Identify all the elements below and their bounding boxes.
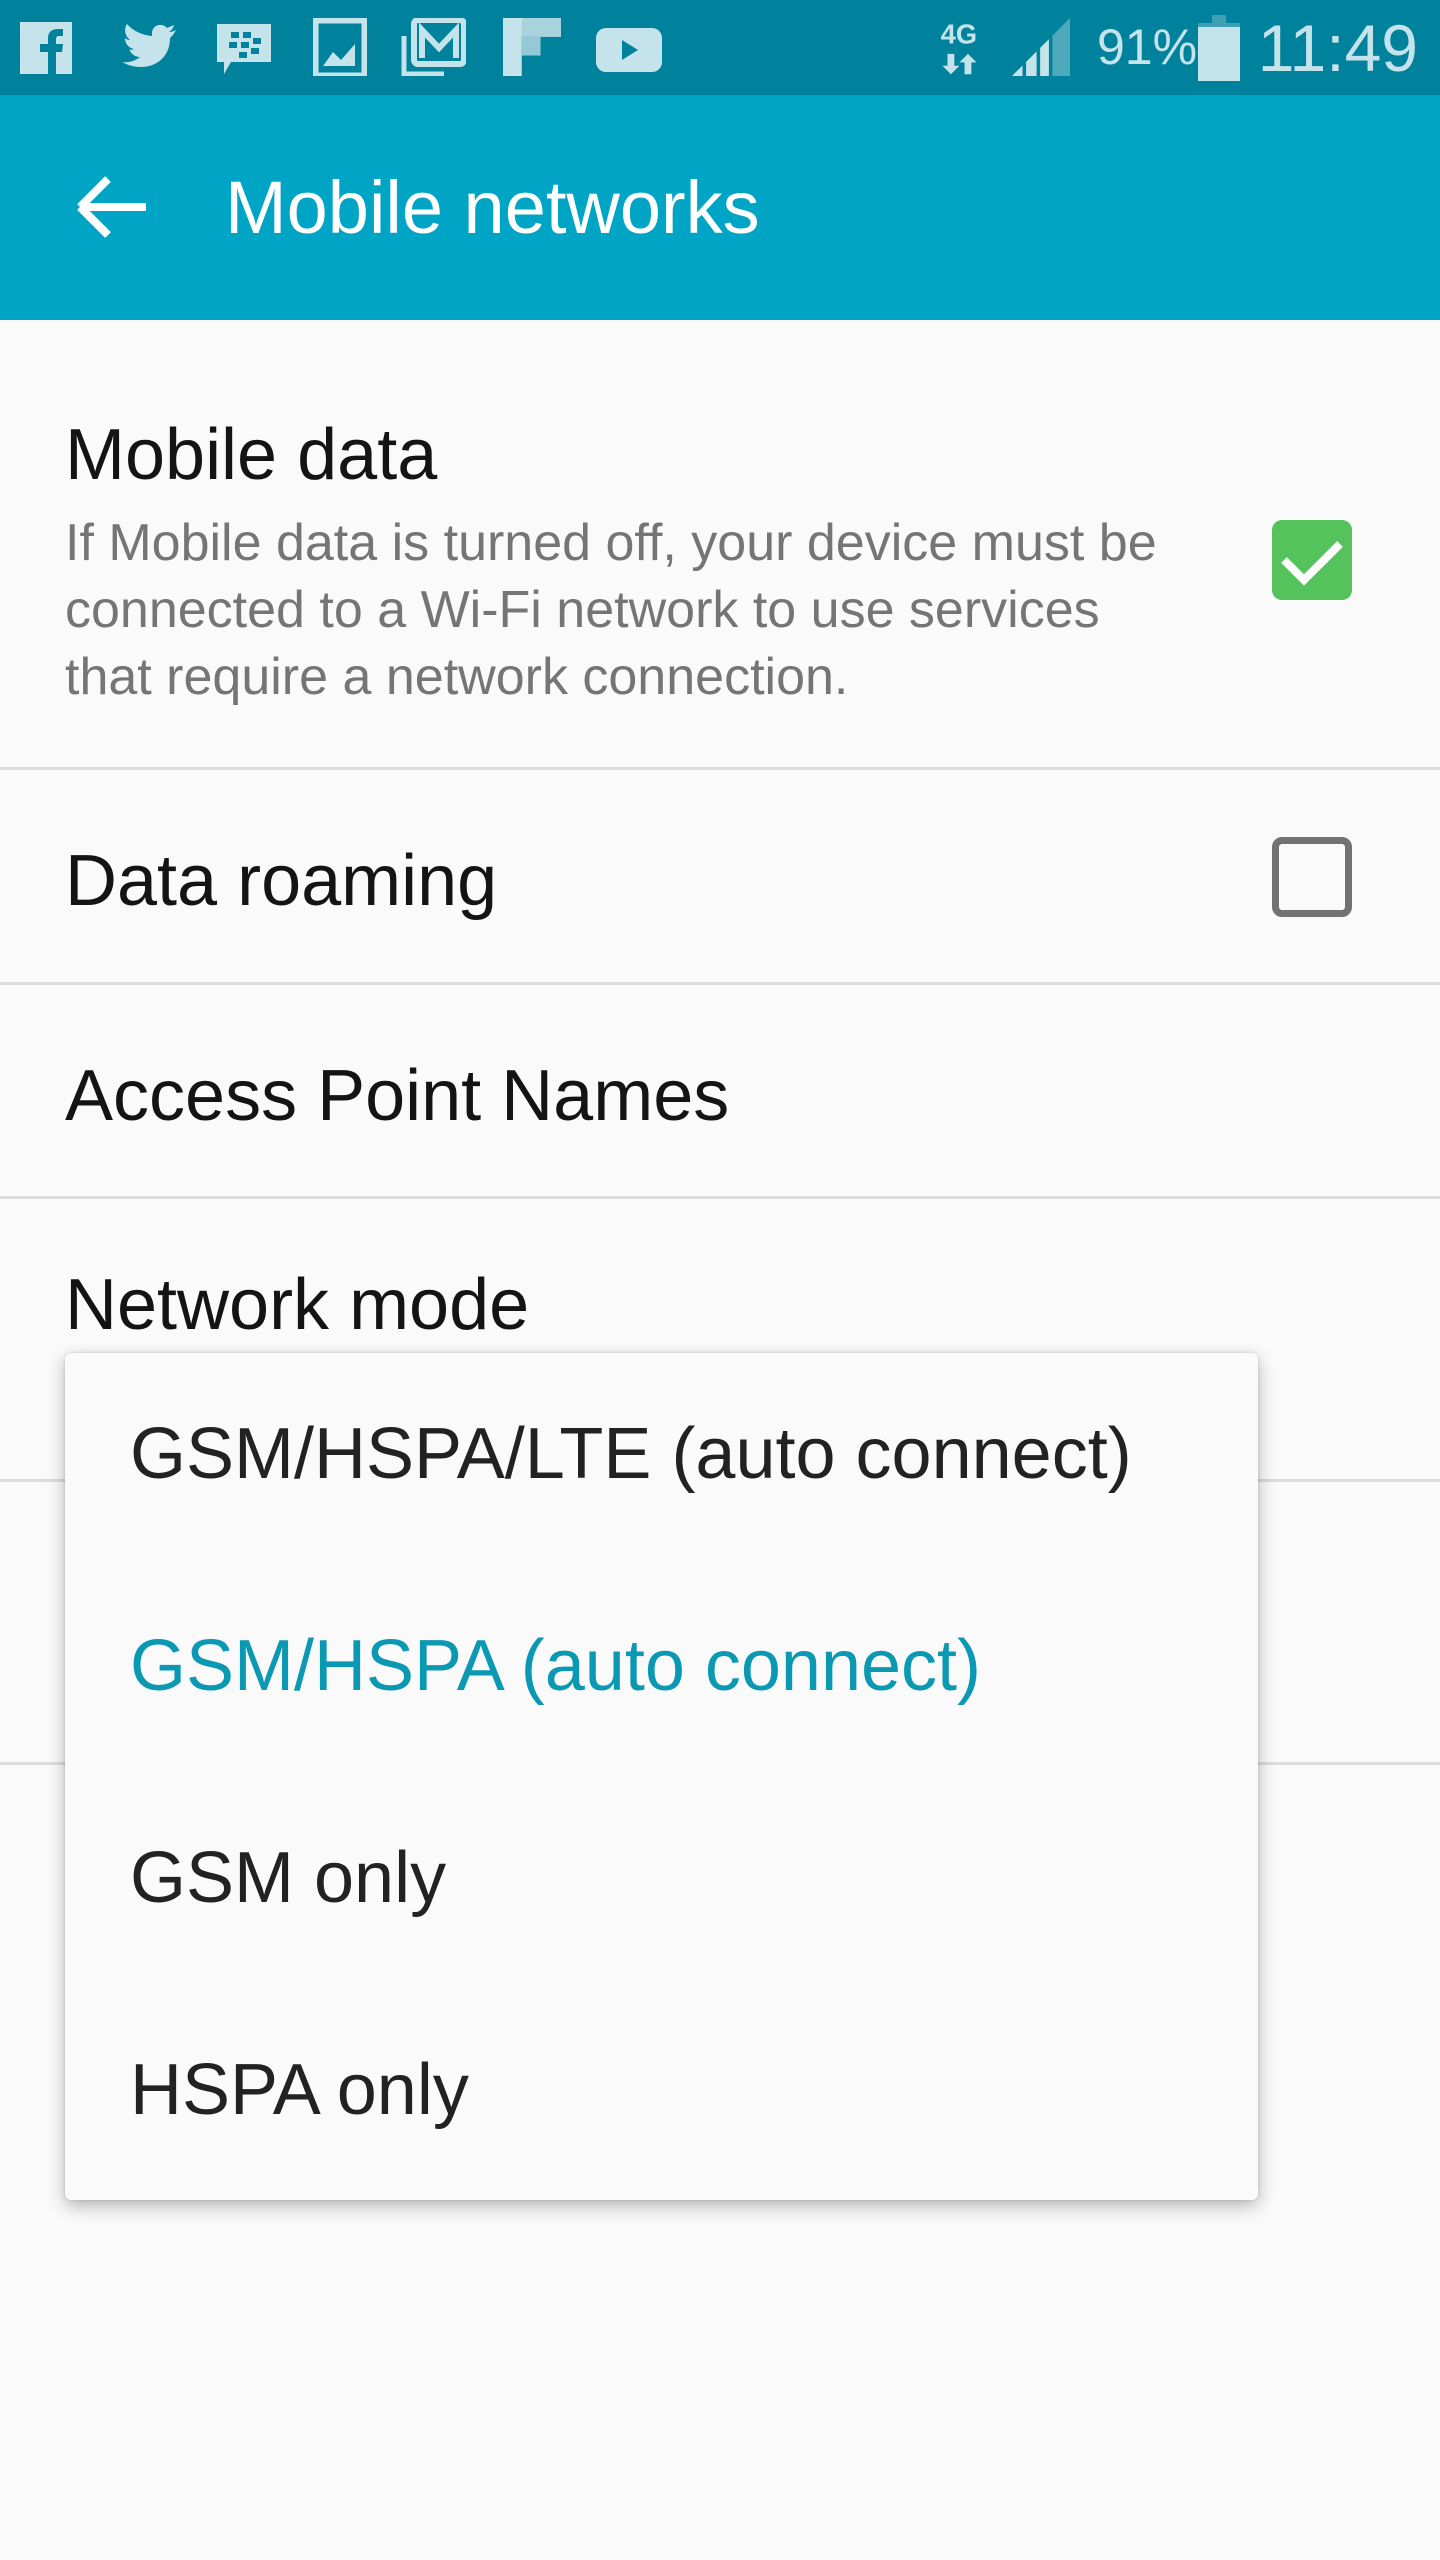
- bbm-icon: [217, 24, 271, 74]
- svg-text:4G: 4G: [941, 19, 977, 50]
- gallery-icon: [313, 18, 367, 76]
- app-bar: Mobile networks: [0, 95, 1440, 320]
- facebook-icon: [20, 22, 72, 74]
- checkmark-icon: [1281, 541, 1343, 586]
- network-mode-dropdown: GSM/HSPA/LTE (auto connect) GSM/HSPA (au…: [65, 1353, 1258, 2200]
- setting-title: Network mode: [65, 1265, 530, 1345]
- status-bar: 4G 91% 11:49: [0, 0, 1440, 95]
- battery-icon: [1198, 15, 1240, 81]
- setting-title: Data roaming: [65, 841, 498, 921]
- setting-access-point-names[interactable]: Access Point Names: [0, 985, 1440, 1199]
- data-roaming-checkbox[interactable]: [1272, 837, 1352, 917]
- mobile-data-checkbox[interactable]: [1272, 520, 1352, 600]
- flipboard-icon: [503, 18, 561, 76]
- email-icon: [401, 18, 466, 76]
- setting-summary: If Mobile data is turned off, your devic…: [65, 514, 1157, 706]
- option-gsm-hspa-selected[interactable]: GSM/HSPA (auto connect): [130, 1625, 981, 1707]
- option-hspa-only[interactable]: HSPA only: [130, 2049, 469, 2131]
- clock: 11:49: [1257, 11, 1418, 85]
- signal-icon: [1012, 18, 1070, 76]
- option-gsm-hspa-lte[interactable]: GSM/HSPA/LTE (auto connect): [130, 1413, 1132, 1495]
- option-gsm-only[interactable]: GSM only: [130, 1837, 446, 1919]
- setting-mobile-data[interactable]: Mobile data If Mobile data is turned off…: [0, 320, 1440, 770]
- twitter-icon: [122, 24, 176, 68]
- page-title: Mobile networks: [225, 166, 760, 249]
- youtube-icon: [596, 28, 662, 72]
- battery-percent: 91%: [1097, 19, 1198, 75]
- setting-data-roaming[interactable]: Data roaming: [0, 770, 1440, 985]
- 4g-data-icon: 4G: [941, 19, 977, 75]
- back-arrow-icon[interactable]: [72, 167, 152, 247]
- setting-title: Access Point Names: [65, 1056, 730, 1136]
- setting-title: Mobile data: [65, 415, 438, 495]
